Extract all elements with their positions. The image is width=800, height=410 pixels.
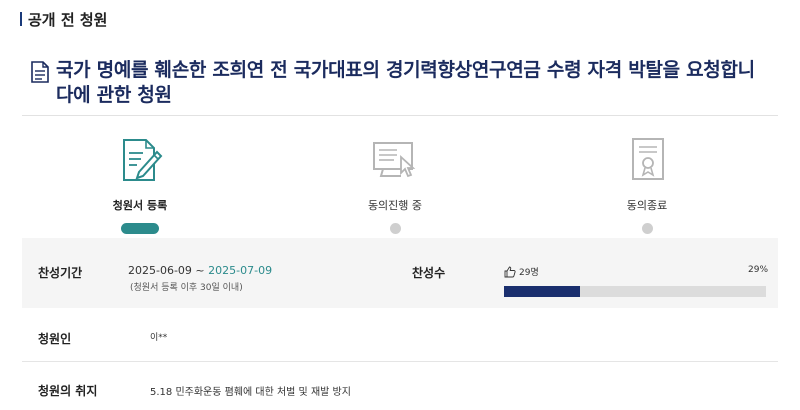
- period-note: (청원서 등록 이후 30일 이내): [130, 283, 243, 293]
- petitioner-value: 이**: [150, 333, 168, 343]
- step-register: 청원서 등록: [90, 135, 190, 234]
- period-end-date: 2025-07-09: [208, 264, 273, 277]
- divider: [22, 115, 778, 116]
- step-indicator-active: [121, 223, 159, 234]
- petition-info-table: 찬성기간 2025-06-09 ~ 2025-07-09 (청원서 등록 이후 …: [22, 238, 778, 410]
- step-indicator-dot: [389, 223, 401, 234]
- document-icon: [31, 61, 49, 83]
- petition-title: 국가 명예를 훼손한 조희연 전 국가대표의 경기력향상연구연금 수령 자격 박…: [56, 59, 755, 106]
- purpose-label: 청원의 취지: [38, 384, 98, 398]
- step-indicator-dot: [641, 223, 653, 234]
- thumbs-up-icon: [504, 266, 516, 277]
- support-count-wrap: 29명: [504, 265, 539, 278]
- petitioner-row: 청원인 이**: [22, 308, 778, 362]
- support-progress-fill: [504, 286, 580, 297]
- support-label: 찬성수: [412, 266, 446, 280]
- step-in-progress: 동의진행 중: [345, 135, 445, 234]
- step-label-in-progress: 동의진행 중: [367, 199, 423, 212]
- step-label-register: 청원서 등록: [112, 199, 168, 212]
- section-bar: [20, 12, 22, 26]
- support-percent: 29%: [748, 265, 769, 275]
- purpose-row: 청원의 취지 5.18 민주화운동 폄훼에 대한 처벌 및 재발 방지: [22, 362, 778, 410]
- support-progress-bar: [504, 286, 766, 297]
- support-count: 29명: [519, 268, 539, 278]
- petitioner-label: 청원인: [38, 332, 72, 346]
- purpose-value: 5.18 민주화운동 폄훼에 대한 처벌 및 재발 방지: [150, 387, 351, 398]
- pen-document-icon: [123, 139, 163, 181]
- period-value: 2025-06-09 ~ 2025-07-09: [128, 264, 273, 277]
- section-header: 공개 전 청원: [20, 8, 107, 30]
- section-title: 공개 전 청원: [28, 10, 108, 29]
- step-label-closed: 동의종료: [626, 199, 668, 212]
- computer-click-icon: [373, 142, 416, 178]
- period-row: 찬성기간 2025-06-09 ~ 2025-07-09 (청원서 등록 이후 …: [22, 238, 778, 308]
- period-label: 찬성기간: [38, 266, 83, 280]
- certificate-icon: [632, 138, 664, 180]
- step-closed: 동의종료: [597, 135, 697, 234]
- petition-title-block: 국가 명예를 훼손한 조희연 전 국가대표의 경기력향상연구연금 수령 자격 박…: [30, 58, 770, 108]
